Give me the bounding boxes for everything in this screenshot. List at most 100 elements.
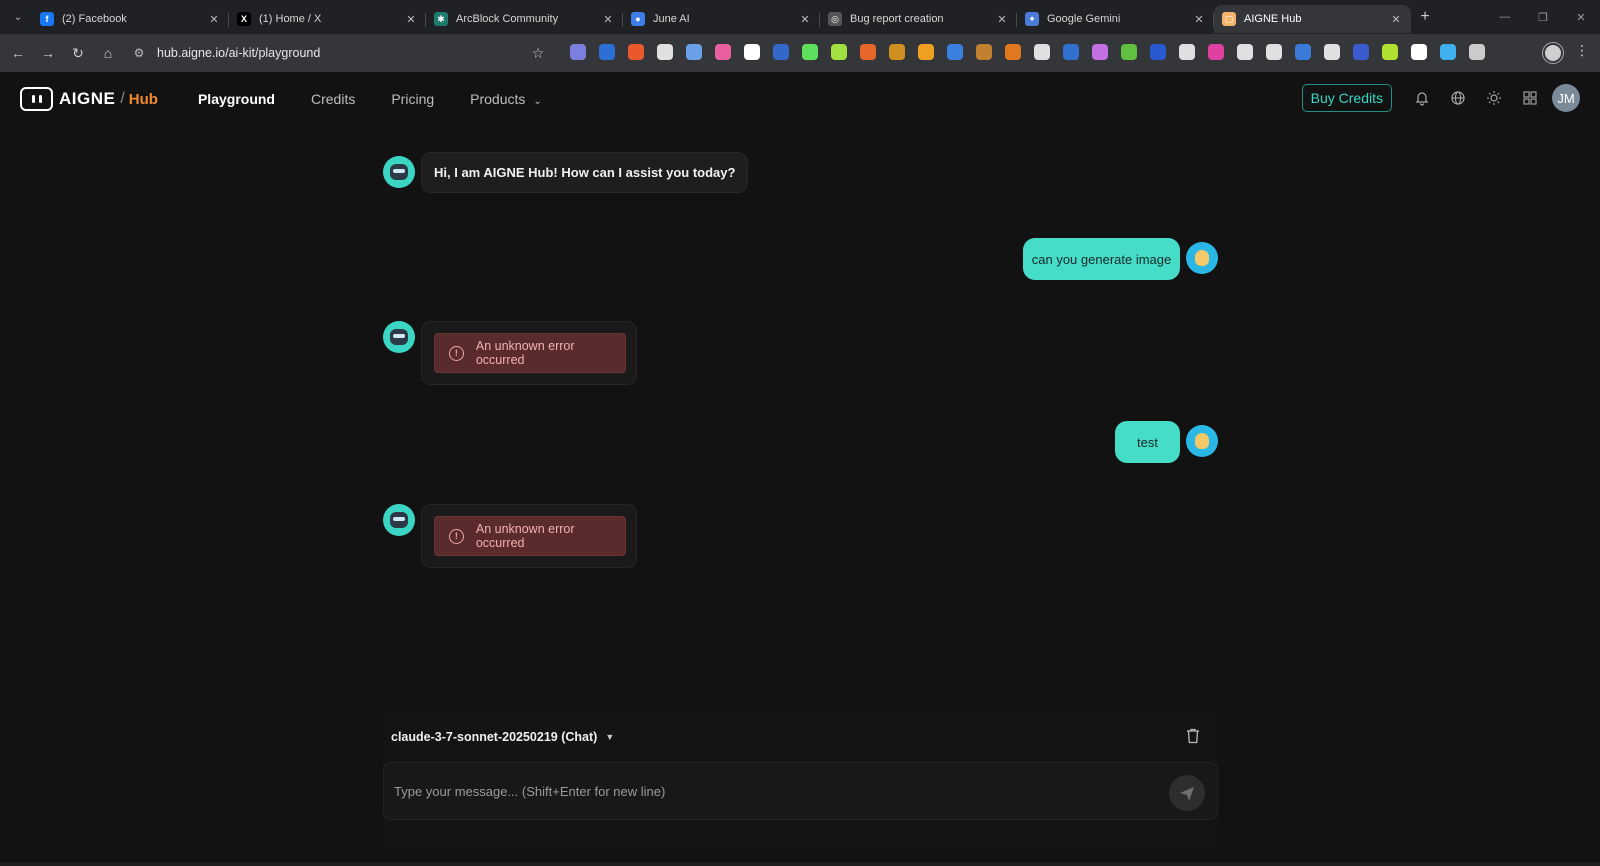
caret-down-icon: ▼ (605, 732, 615, 742)
more-menu-icon[interactable]: ⋮ (1574, 42, 1590, 64)
error-text: An unknown error occurred (475, 522, 575, 550)
globe-icon[interactable] (1440, 83, 1476, 113)
bell-icon[interactable] (1404, 83, 1440, 113)
close-icon[interactable]: ✕ (995, 13, 1009, 26)
user-avatar[interactable]: JM (1552, 84, 1580, 112)
nav-playground[interactable]: Playground (198, 91, 275, 107)
assistant-error-message: ! An unknown error occurred (421, 321, 637, 385)
extension-icon[interactable] (1411, 44, 1427, 60)
extension-icon[interactable] (976, 44, 992, 60)
browser-tab[interactable]: ✦ Google Gemini ✕ (1017, 5, 1214, 33)
new-tab-plus-icon[interactable]: + (1411, 8, 1439, 26)
browser-tab[interactable]: X (1) Home / X ✕ (229, 5, 426, 33)
extension-icon[interactable] (831, 44, 847, 60)
send-button[interactable] (1169, 775, 1205, 811)
back-arrow-icon[interactable]: ← (3, 38, 33, 68)
extension-icon[interactable] (1208, 44, 1224, 60)
extension-icon[interactable] (1121, 44, 1137, 60)
extension-icon[interactable] (889, 44, 905, 60)
window-controls: — ❐ ✕ (1486, 0, 1600, 34)
aigne-hub-logo[interactable]: AIGNE / Hub (20, 87, 158, 111)
buy-credits-button[interactable]: Buy Credits (1301, 84, 1392, 112)
arcblock-icon: ✱ (434, 12, 448, 26)
extension-icon[interactable] (1034, 44, 1050, 60)
home-icon[interactable]: ⌂ (93, 38, 123, 68)
browser-tab[interactable]: ● June AI ✕ (623, 5, 820, 33)
logo-sub: Hub (128, 90, 158, 108)
close-icon[interactable]: ✕ (798, 13, 812, 26)
reload-icon[interactable]: ↻ (63, 38, 93, 68)
extension-icon[interactable] (657, 44, 673, 60)
header-actions: Buy Credits JM (1301, 83, 1580, 113)
extension-icon[interactable] (570, 44, 586, 60)
browser-tab-strip: ⌄ f (2) Facebook ✕ X (1) Home / X ✕ ✱ Ar… (0, 0, 1600, 34)
extension-icon[interactable] (918, 44, 934, 60)
extension-icon[interactable] (744, 44, 760, 60)
close-icon[interactable]: ✕ (601, 13, 615, 26)
message-composer: claude-3-7-sonnet-20250219 (Chat) ▼ (383, 712, 1218, 847)
url-text: hub.aigne.io/ai-kit/playground (157, 46, 321, 60)
close-icon[interactable]: ✕ (1192, 13, 1206, 26)
extension-icon[interactable] (802, 44, 818, 60)
close-icon[interactable]: ✕ (207, 13, 221, 26)
assistant-avatar-icon (383, 321, 415, 353)
sun-icon[interactable] (1476, 83, 1512, 113)
nav-credits[interactable]: Credits (311, 91, 355, 107)
model-selector[interactable]: claude-3-7-sonnet-20250219 (Chat) ▼ (391, 730, 614, 744)
bookmark-star-icon[interactable]: ☆ (526, 38, 550, 68)
address-bar[interactable]: ⚙ hub.aigne.io/ai-kit/playground (127, 38, 537, 68)
extension-icon[interactable] (1237, 44, 1253, 60)
restore-icon[interactable]: ❐ (1524, 0, 1562, 34)
extension-icon[interactable] (1324, 44, 1340, 60)
error-alert: ! An unknown error occurred (434, 516, 626, 556)
extension-icon[interactable] (773, 44, 789, 60)
close-window-icon[interactable]: ✕ (1562, 0, 1600, 34)
tab-search-chevron-icon[interactable]: ⌄ (4, 5, 32, 29)
close-icon[interactable]: ✕ (404, 13, 418, 26)
openai-icon: ◎ (828, 12, 842, 26)
extension-icon[interactable] (1092, 44, 1108, 60)
extension-icon[interactable] (686, 44, 702, 60)
minimize-icon[interactable]: — (1486, 0, 1524, 34)
extension-icon[interactable] (715, 44, 731, 60)
apps-grid-icon[interactable] (1512, 83, 1548, 113)
nav-products[interactable]: Products ⌄ (470, 91, 542, 107)
error-circle-icon: ! (449, 345, 464, 361)
extension-icon[interactable] (1353, 44, 1369, 60)
extension-icon[interactable] (1469, 44, 1485, 60)
browser-toolbar: ← → ↻ ⌂ ⚙ hub.aigne.io/ai-kit/playground… (0, 34, 1600, 72)
message-input[interactable] (394, 779, 1134, 803)
tab-label: June AI (653, 13, 690, 25)
extension-icon[interactable] (1382, 44, 1398, 60)
error-circle-icon: ! (449, 528, 464, 544)
extension-icon[interactable] (947, 44, 963, 60)
user-message: test (1115, 421, 1180, 463)
extension-icon[interactable] (1150, 44, 1166, 60)
logo-text: AIGNE (59, 89, 116, 108)
app-header: AIGNE / Hub Playground Credits Pricing P… (0, 72, 1600, 126)
extension-icon[interactable] (628, 44, 644, 60)
chat-thread: Hi, I am AIGNE Hub! How can I assist you… (0, 126, 1600, 706)
extension-icon[interactable] (599, 44, 615, 60)
nav-pricing[interactable]: Pricing (391, 91, 434, 107)
send-arrow-icon (1180, 787, 1194, 801)
browser-tab[interactable]: ✱ ArcBlock Community ✕ (426, 5, 623, 33)
extension-icon[interactable] (1179, 44, 1195, 60)
trash-icon[interactable] (1186, 728, 1202, 746)
browser-tab[interactable]: ◎ Bug report creation ✕ (820, 5, 1017, 33)
extension-icon[interactable] (1295, 44, 1311, 60)
extension-icon[interactable] (1440, 44, 1456, 60)
close-icon[interactable]: ✕ (1389, 13, 1403, 26)
message-input-container (383, 762, 1218, 820)
extension-icon[interactable] (1266, 44, 1282, 60)
browser-tab[interactable]: f (2) Facebook ✕ (32, 5, 229, 33)
browser-profile-icon[interactable] (1543, 43, 1563, 63)
nav-products-label: Products (470, 91, 526, 107)
browser-tab-active[interactable]: ▢ AIGNE Hub ✕ (1214, 5, 1411, 33)
extension-icon[interactable] (860, 44, 876, 60)
site-settings-icon[interactable]: ⚙ (127, 46, 151, 60)
extension-icon[interactable] (1063, 44, 1079, 60)
extension-icon[interactable] (1005, 44, 1021, 60)
forward-arrow-icon[interactable]: → (33, 38, 63, 68)
assistant-message: Hi, I am AIGNE Hub! How can I assist you… (421, 152, 749, 193)
